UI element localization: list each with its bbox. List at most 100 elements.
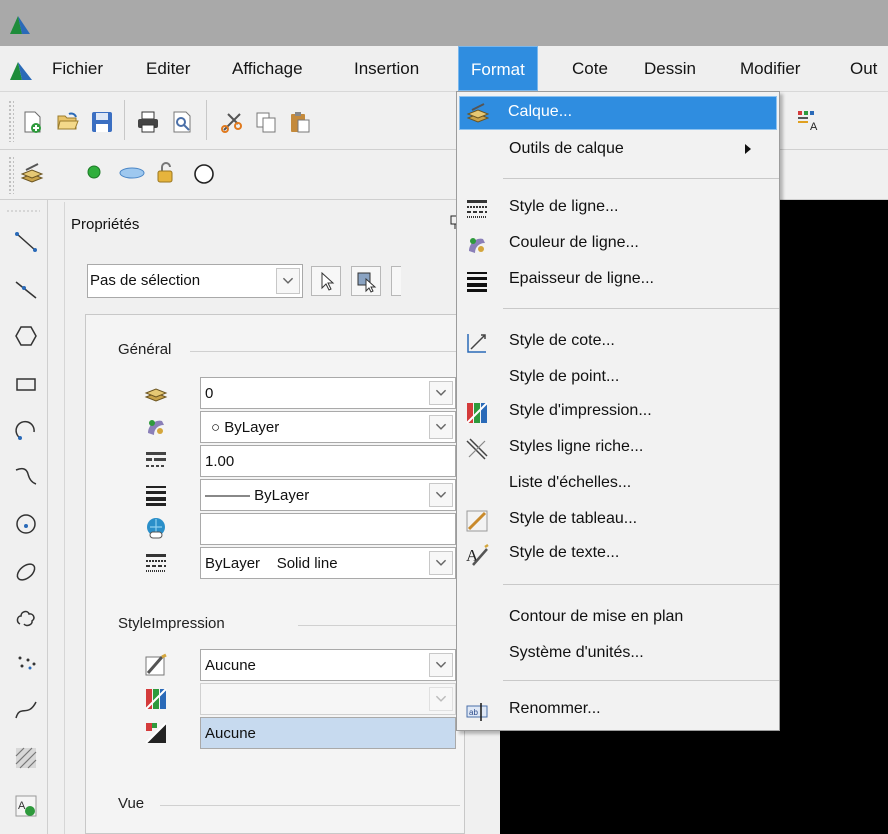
hyperlink-field[interactable] bbox=[200, 513, 456, 545]
new-file-icon[interactable] bbox=[20, 110, 44, 134]
svg-text:A: A bbox=[18, 800, 26, 812]
chevron-down-icon[interactable] bbox=[276, 268, 300, 294]
menu-item-outils-de-calque[interactable]: Outils de calque bbox=[459, 134, 777, 168]
selection-dropdown[interactable]: Pas de sélection bbox=[87, 264, 303, 298]
ray-icon[interactable] bbox=[14, 278, 38, 302]
menu-item-label: Calque... bbox=[508, 103, 573, 120]
menu-item-couleur-de-ligne[interactable]: Couleur de ligne... bbox=[459, 228, 777, 262]
toolbar-separator bbox=[124, 100, 125, 140]
menu-item-style-de-point[interactable]: Style de point... bbox=[459, 362, 777, 396]
quick-select-button[interactable] bbox=[351, 266, 381, 296]
menu-item-liste-d-echelles[interactable]: Liste d'échelles... bbox=[459, 468, 777, 502]
menu-item-styles-ligne-riche[interactable]: Styles ligne riche... bbox=[459, 432, 777, 466]
print-preview-icon[interactable] bbox=[170, 110, 194, 134]
toolbar-grip[interactable] bbox=[8, 100, 14, 142]
menu-item-label: Styles ligne riche... bbox=[509, 438, 644, 455]
lineweight-icon bbox=[146, 486, 166, 506]
dimension-style-icon bbox=[467, 334, 486, 353]
lineweight-field[interactable]: ——— ByLayer bbox=[200, 479, 456, 511]
color-field[interactable]: ○ ByLayer bbox=[200, 411, 456, 443]
hatch-icon[interactable] bbox=[14, 746, 38, 770]
save-icon[interactable] bbox=[90, 110, 114, 134]
plot-style-icon bbox=[145, 653, 167, 676]
toolbar-grip[interactable] bbox=[6, 210, 40, 212]
menu-item-style-de-texte[interactable]: A Style de texte... bbox=[459, 538, 777, 572]
layer-lock-icon[interactable] bbox=[154, 161, 178, 185]
menu-modifier[interactable]: Modifier bbox=[740, 46, 800, 91]
menu-editer[interactable]: Editer bbox=[146, 46, 190, 91]
toolbar-grip[interactable] bbox=[8, 156, 14, 194]
chevron-down-icon[interactable] bbox=[429, 381, 453, 405]
menu-item-label: Outils de calque bbox=[509, 140, 624, 157]
menu-format[interactable]: Format bbox=[458, 46, 538, 91]
plot-style-field[interactable]: Aucune bbox=[200, 649, 456, 681]
menu-separator bbox=[503, 584, 779, 585]
app-menu-icon[interactable] bbox=[8, 58, 34, 82]
color-icon bbox=[148, 420, 164, 435]
plot-style-table-field bbox=[200, 683, 456, 715]
layer-color-icon[interactable] bbox=[192, 162, 216, 186]
menu-item-style-de-cote[interactable]: Style de cote... bbox=[459, 326, 777, 360]
quick-select-icon bbox=[357, 272, 377, 293]
revision-cloud-icon[interactable] bbox=[14, 606, 38, 630]
linetype-field[interactable]: ByLayer Solid line bbox=[200, 547, 456, 579]
cursor-icon bbox=[321, 271, 335, 291]
layer-manager-icon[interactable] bbox=[20, 162, 44, 186]
plot-style-icon bbox=[466, 402, 488, 424]
spline-icon[interactable] bbox=[14, 698, 38, 722]
menu-item-label: Style de ligne... bbox=[509, 198, 619, 215]
menu-item-systeme-d-unites[interactable]: Système d'unités... bbox=[459, 638, 777, 672]
menu-dessin[interactable]: Dessin bbox=[644, 46, 696, 91]
layer-freeze-icon[interactable] bbox=[118, 163, 146, 183]
rectangle-icon[interactable] bbox=[14, 372, 38, 396]
toolbar-separator bbox=[206, 100, 207, 140]
text-style-icon[interactable]: A bbox=[796, 108, 820, 132]
menu-cote[interactable]: Cote bbox=[572, 46, 608, 91]
chevron-down-icon[interactable] bbox=[429, 483, 453, 507]
menu-outils[interactable]: Out bbox=[850, 46, 877, 91]
app-logo-icon bbox=[10, 16, 30, 34]
menu-item-renommer[interactable]: ab Renommer... bbox=[459, 694, 777, 728]
arc-icon[interactable] bbox=[14, 418, 38, 442]
menu-item-style-de-ligne[interactable]: Style de ligne... bbox=[459, 192, 777, 226]
chevron-down-icon[interactable] bbox=[429, 551, 453, 575]
menu-separator bbox=[503, 680, 779, 681]
layer-on-icon[interactable] bbox=[86, 164, 102, 180]
line-icon[interactable] bbox=[14, 230, 38, 254]
menu-affichage[interactable]: Affichage bbox=[232, 46, 303, 91]
svg-text:ab: ab bbox=[469, 708, 478, 717]
paste-icon[interactable] bbox=[288, 110, 312, 134]
plot-table-attached-field[interactable]: Aucune bbox=[200, 717, 456, 749]
toggle-pickadd-button[interactable] bbox=[391, 266, 401, 296]
group-divider bbox=[190, 351, 460, 352]
linetype-scale-field[interactable]: 1.00 bbox=[200, 445, 456, 477]
polyline-icon[interactable] bbox=[14, 464, 38, 488]
print-icon[interactable] bbox=[136, 110, 160, 134]
menu-item-contour-de-mise-en-plan[interactable]: Contour de mise en plan bbox=[459, 602, 777, 636]
menu-item-label: Style de texte... bbox=[509, 544, 620, 561]
menu-fichier[interactable]: Fichier bbox=[52, 46, 103, 91]
selection-value: Pas de sélection bbox=[90, 272, 201, 289]
menu-item-calque[interactable]: Calque... bbox=[459, 96, 777, 130]
properties-title: Propriétés bbox=[71, 216, 140, 233]
menu-item-epaisseur-de-ligne[interactable]: Epaisseur de ligne... bbox=[459, 264, 777, 298]
chevron-down-icon[interactable] bbox=[429, 653, 453, 677]
menu-insertion[interactable]: Insertion bbox=[354, 46, 419, 91]
polygon-icon[interactable] bbox=[14, 324, 38, 348]
layer-field[interactable]: 0 bbox=[200, 377, 456, 409]
circle-icon[interactable] bbox=[14, 512, 38, 536]
cut-icon[interactable] bbox=[220, 110, 244, 134]
select-objects-button[interactable] bbox=[311, 266, 341, 296]
submenu-arrow-icon bbox=[745, 144, 751, 154]
point-icon[interactable] bbox=[14, 652, 38, 676]
copy-icon[interactable] bbox=[254, 110, 278, 134]
menu-item-style-de-tableau[interactable]: Style de tableau... bbox=[459, 504, 777, 538]
chevron-down-icon[interactable] bbox=[429, 415, 453, 439]
plot-style-value: Aucune bbox=[205, 657, 256, 674]
ellipse-icon[interactable] bbox=[14, 560, 38, 584]
layer-icon bbox=[144, 388, 168, 402]
multiline-text-icon[interactable]: A bbox=[14, 794, 38, 818]
menu-item-style-d-impression[interactable]: Style d'impression... bbox=[459, 396, 777, 430]
open-folder-icon[interactable] bbox=[56, 110, 80, 134]
linetype-icon bbox=[467, 200, 487, 218]
